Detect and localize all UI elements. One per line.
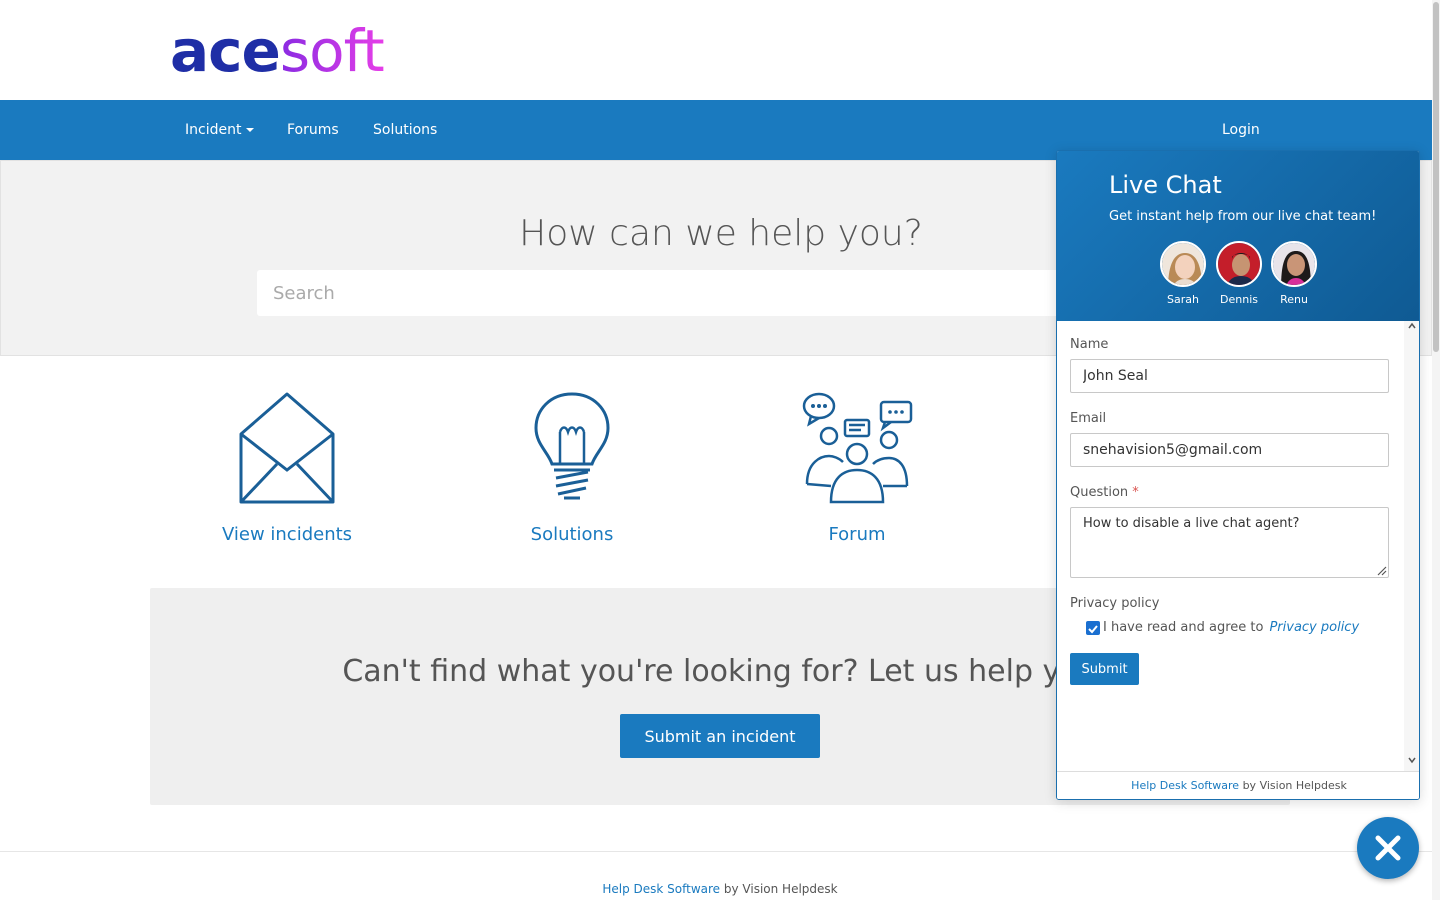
agree-label: I have read and agree to: [1103, 620, 1264, 635]
checkmark-icon: [1088, 625, 1098, 634]
chat-title: Live Chat: [1109, 171, 1222, 199]
agree-text: I have read and agree to Privacy policy: [1103, 620, 1359, 635]
logo-part-ace: ace: [170, 17, 281, 85]
resize-grip-icon[interactable]: [1375, 564, 1387, 576]
close-icon: [1375, 835, 1401, 861]
email-label: Email: [1070, 411, 1107, 426]
agent-renu: Renu: [1266, 241, 1322, 306]
chat-footer-suffix: by Vision Helpdesk: [1239, 779, 1347, 792]
footer-helpdesk-link[interactable]: Help Desk Software: [602, 882, 720, 896]
page: acesoft Incident Forums Solutions Login …: [0, 0, 1440, 900]
caret-down-icon: [246, 128, 255, 132]
avatar: [1216, 241, 1262, 287]
tile-label: Solutions: [530, 524, 614, 545]
live-chat-panel: Live Chat Get instant help from our live…: [1056, 150, 1420, 800]
footer-divider: [0, 851, 1432, 852]
tile-label: Forum: [828, 524, 886, 545]
privacy-policy-link[interactable]: Privacy policy: [1269, 620, 1359, 635]
page-footer: Help Desk Software by Vision Helpdesk: [0, 882, 1440, 896]
question-label-text: Question: [1070, 485, 1129, 500]
name-field[interactable]: [1070, 359, 1389, 393]
header: acesoft: [0, 0, 1432, 100]
chat-header: Live Chat Get instant help from our live…: [1057, 151, 1419, 321]
envelope-icon: [239, 392, 335, 504]
nav-incident-dropdown[interactable]: Incident: [185, 100, 255, 160]
nav-solutions[interactable]: Solutions: [373, 100, 437, 160]
agent-dennis: Dennis: [1211, 241, 1267, 306]
scroll-down-icon[interactable]: [1407, 755, 1417, 768]
scroll-up-icon[interactable]: [1407, 321, 1417, 334]
close-chat-button[interactable]: [1357, 817, 1419, 879]
submit-incident-button[interactable]: Submit an incident: [620, 714, 820, 758]
avatar: [1271, 241, 1317, 287]
page-scrollbar-thumb[interactable]: [1433, 2, 1439, 352]
agent-sarah: Sarah: [1155, 241, 1211, 306]
privacy-policy-label: Privacy policy: [1070, 596, 1160, 611]
tile-label: View incidents: [221, 524, 353, 545]
agent-name: Dennis: [1220, 293, 1258, 306]
chat-scrollbar[interactable]: [1404, 321, 1419, 771]
question-field[interactable]: How to disable a live chat agent?: [1070, 507, 1389, 578]
chat-footer-link[interactable]: Help Desk Software: [1131, 779, 1239, 792]
logo-part-soft: soft: [279, 17, 385, 85]
tile-view-incidents[interactable]: View incidents: [187, 390, 387, 545]
chat-form: Name Email Question * How to disable a l…: [1057, 321, 1419, 771]
avatar: [1160, 241, 1206, 287]
acesoft-logo[interactable]: acesoft: [170, 17, 385, 85]
chat-subtitle: Get instant help from our live chat team…: [1109, 209, 1377, 224]
agent-name: Sarah: [1167, 293, 1199, 306]
forum-people-icon: [802, 392, 913, 504]
agree-checkbox[interactable]: [1086, 621, 1100, 635]
search-input[interactable]: [257, 270, 1187, 316]
chat-footer: Help Desk Software by Vision Helpdesk: [1057, 771, 1419, 799]
agent-name: Renu: [1280, 293, 1308, 306]
question-label: Question *: [1070, 485, 1139, 500]
email-field[interactable]: [1070, 433, 1389, 467]
footer-suffix: by Vision Helpdesk: [720, 882, 838, 896]
nav-forums[interactable]: Forums: [287, 100, 339, 160]
tile-solutions[interactable]: Solutions: [472, 390, 672, 545]
required-mark: *: [1132, 485, 1139, 500]
lightbulb-icon: [534, 392, 610, 500]
chat-submit-button[interactable]: Submit: [1070, 653, 1139, 685]
nav-incident-label: Incident: [185, 122, 242, 138]
tile-forum[interactable]: Forum: [757, 390, 957, 545]
name-label: Name: [1070, 337, 1109, 352]
